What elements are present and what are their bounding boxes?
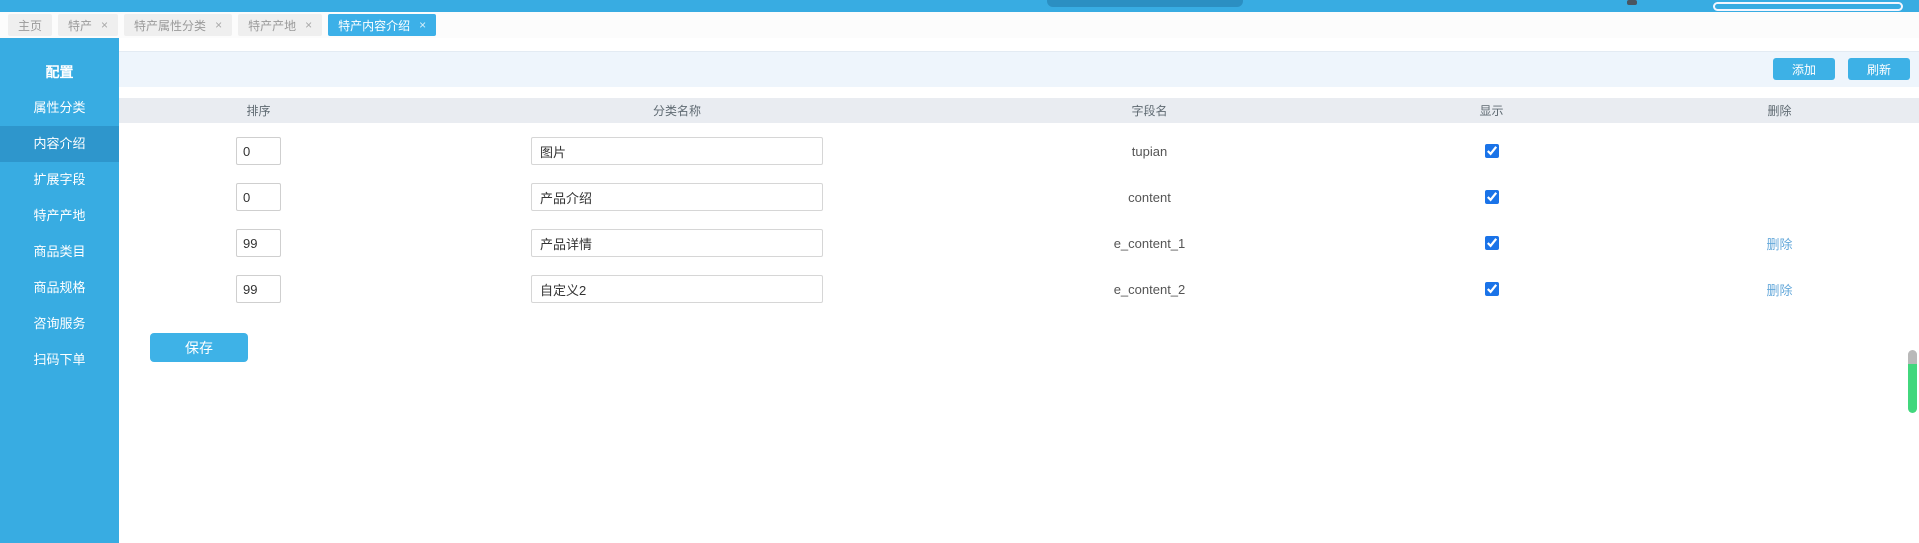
search-box-fragment[interactable] [1047, 0, 1243, 7]
table-row: tupian [119, 128, 1919, 174]
category-name-input[interactable] [531, 275, 823, 303]
table-row: e_content_1 删除 [119, 220, 1919, 266]
delete-link[interactable]: 删除 [1766, 234, 1792, 253]
visible-checkbox[interactable] [1485, 144, 1499, 158]
delete-link[interactable]: 删除 [1766, 280, 1792, 299]
tab-label: 特产产地 [248, 17, 296, 34]
column-header-visible: 显示 [1343, 102, 1640, 119]
visible-checkbox[interactable] [1485, 190, 1499, 204]
field-name-value: content [1128, 190, 1171, 205]
sidebar: 配置 属性分类 内容介绍 扩展字段 特产产地 商品类目 商品规格 咨询服务 扫码… [0, 38, 119, 543]
close-icon[interactable]: × [101, 19, 108, 31]
scrollbar-cap [1908, 350, 1917, 364]
header-icon-fragment [1627, 0, 1637, 5]
field-name-value: tupian [1132, 144, 1167, 159]
column-header-sort: 排序 [119, 102, 398, 119]
sidebar-item-product-spec[interactable]: 商品规格 [0, 270, 119, 306]
app-window: 主页 特产 × 特产属性分类 × 特产产地 × 特产内容介绍 × 配置 属性分类… [0, 0, 1919, 543]
sidebar-item-scan-order[interactable]: 扫码下单 [0, 342, 119, 378]
field-name-value: e_content_2 [1114, 282, 1186, 297]
table-row: e_content_2 删除 [119, 266, 1919, 312]
save-button[interactable]: 保存 [150, 333, 248, 362]
sidebar-item-consult-service[interactable]: 咨询服务 [0, 306, 119, 342]
category-name-input[interactable] [531, 229, 823, 257]
tab-label: 特产内容介绍 [338, 17, 410, 34]
add-button[interactable]: 添加 [1773, 58, 1835, 80]
sort-input[interactable] [236, 137, 281, 165]
toolbar: 添加 刷新 [119, 51, 1919, 87]
sidebar-item-content-intro[interactable]: 内容介绍 [0, 126, 119, 162]
sort-input[interactable] [236, 183, 281, 211]
tab-label: 特产属性分类 [134, 17, 206, 34]
category-name-input[interactable] [531, 183, 823, 211]
tab-techan[interactable]: 特产 × [58, 14, 118, 36]
close-icon[interactable]: × [215, 19, 222, 31]
category-name-input[interactable] [531, 137, 823, 165]
tab-label: 主页 [18, 17, 42, 34]
visible-checkbox[interactable] [1485, 282, 1499, 296]
main-content: 添加 刷新 排序 分类名称 字段名 显示 删除 tupian content [119, 38, 1919, 543]
tab-attribute-category[interactable]: 特产属性分类 × [124, 14, 232, 36]
top-header-bar [0, 0, 1919, 12]
tab-content-intro[interactable]: 特产内容介绍 × [328, 14, 436, 36]
scrollbar-green-thumb [1908, 364, 1917, 413]
close-icon[interactable]: × [419, 19, 426, 31]
table-header-row: 排序 分类名称 字段名 显示 删除 [119, 98, 1919, 123]
sidebar-item-extended-fields[interactable]: 扩展字段 [0, 162, 119, 198]
sidebar-item-origin[interactable]: 特产产地 [0, 198, 119, 234]
sidebar-item-attribute-category[interactable]: 属性分类 [0, 90, 119, 126]
tab-label: 特产 [68, 17, 92, 34]
scrollbar-indicator[interactable] [1908, 350, 1917, 413]
header-button-fragment[interactable] [1713, 2, 1903, 11]
refresh-button[interactable]: 刷新 [1848, 58, 1910, 80]
table-body: tupian content e_content_1 删除 [119, 123, 1919, 312]
field-name-value: e_content_1 [1114, 236, 1186, 251]
close-icon[interactable]: × [305, 19, 312, 31]
column-header-delete: 删除 [1640, 102, 1919, 119]
column-header-category-name: 分类名称 [398, 102, 956, 119]
visible-checkbox[interactable] [1485, 236, 1499, 250]
tab-origin[interactable]: 特产产地 × [238, 14, 322, 36]
table-row: content [119, 174, 1919, 220]
tab-home[interactable]: 主页 [8, 14, 52, 36]
sort-input[interactable] [236, 229, 281, 257]
sort-input[interactable] [236, 275, 281, 303]
sidebar-item-product-category[interactable]: 商品类目 [0, 234, 119, 270]
column-header-field-name: 字段名 [956, 102, 1343, 119]
sidebar-header-config: 配置 [0, 54, 119, 90]
tab-bar: 主页 特产 × 特产属性分类 × 特产产地 × 特产内容介绍 × [0, 12, 1919, 38]
